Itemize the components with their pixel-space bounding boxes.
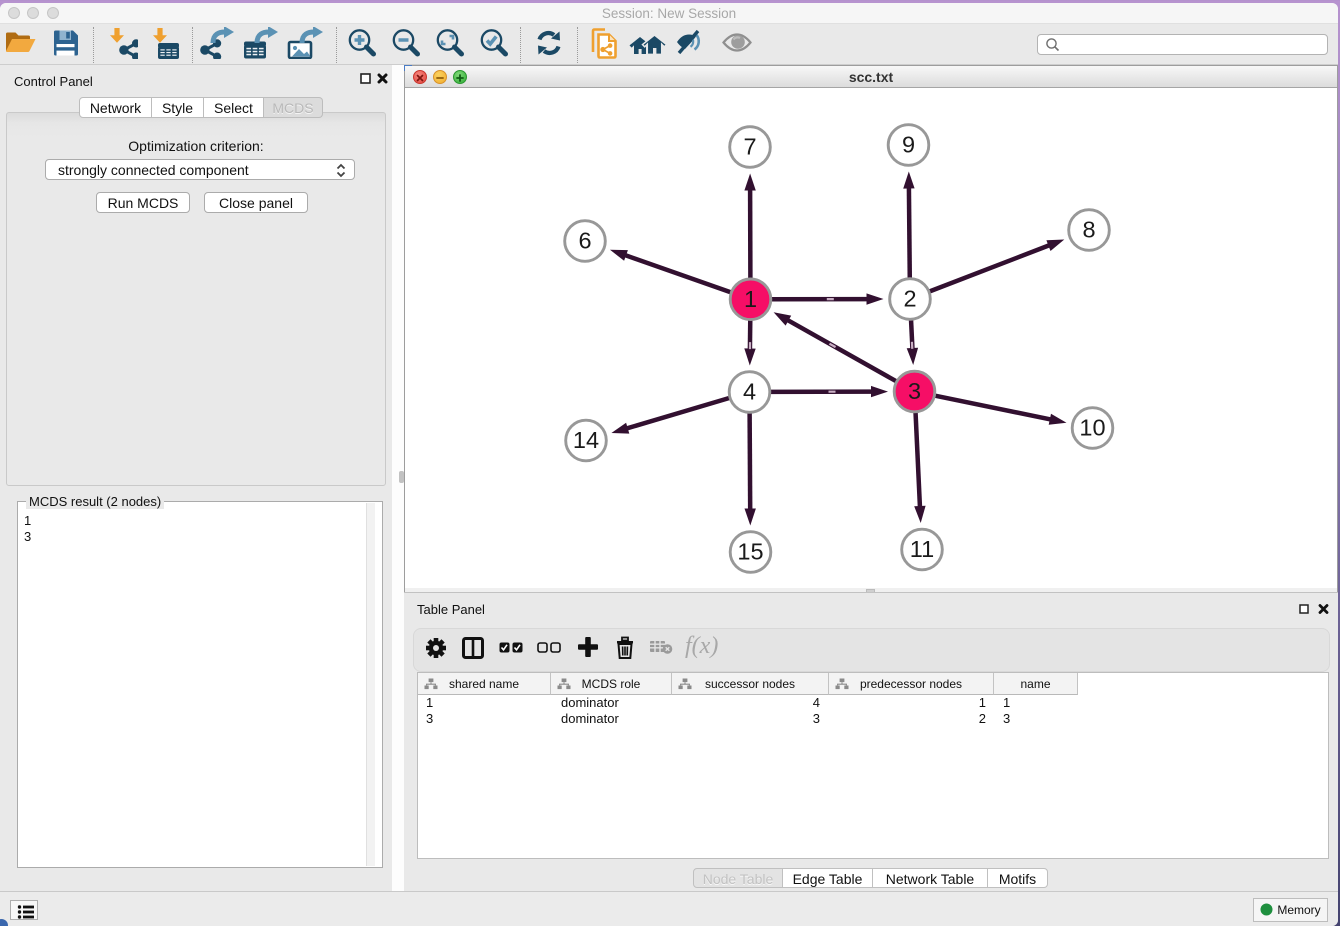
svg-text:8: 8 bbox=[1082, 217, 1095, 243]
svg-text:9: 9 bbox=[902, 132, 915, 158]
svg-text:11: 11 bbox=[910, 536, 934, 562]
svg-text:3: 3 bbox=[908, 378, 921, 404]
svg-text:14: 14 bbox=[573, 427, 599, 453]
svg-text:1: 1 bbox=[744, 286, 757, 312]
svg-text:15: 15 bbox=[737, 539, 763, 565]
svg-text:6: 6 bbox=[578, 228, 591, 254]
svg-text:7: 7 bbox=[743, 134, 756, 160]
svg-text:10: 10 bbox=[1079, 415, 1105, 441]
svg-text:4: 4 bbox=[743, 379, 756, 405]
svg-text:2: 2 bbox=[903, 286, 916, 312]
